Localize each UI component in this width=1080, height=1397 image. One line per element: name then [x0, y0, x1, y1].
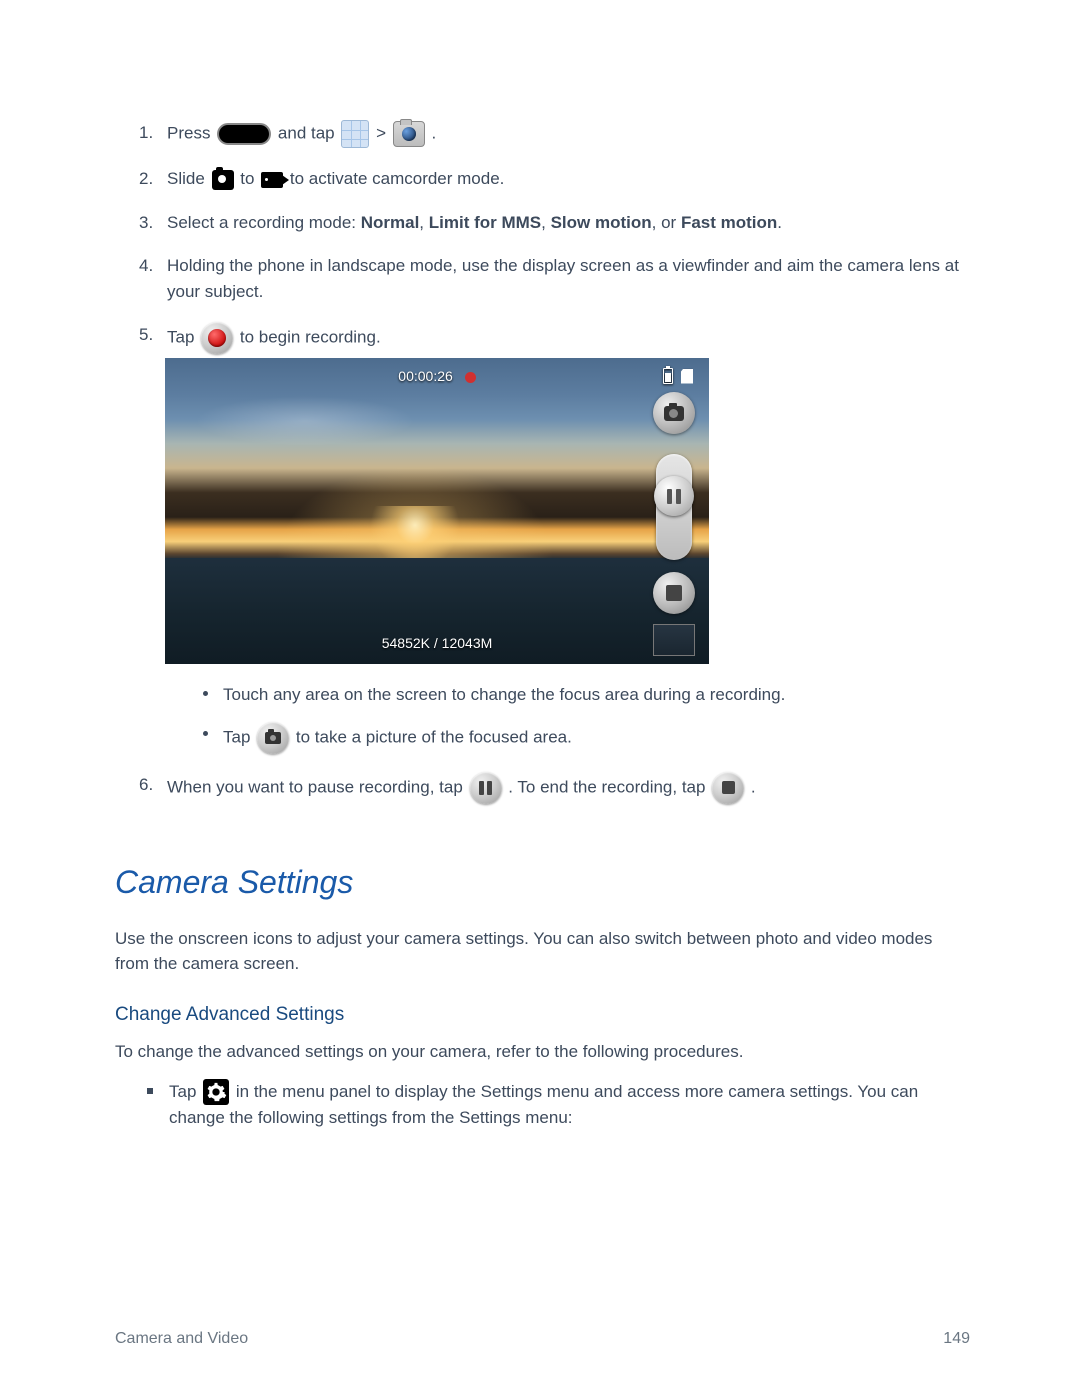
mode-mms: Limit for MMS — [429, 213, 541, 232]
step-text: When you want to pause recording, tap — [167, 777, 468, 796]
step-1: 1. Press and tap > . — [139, 120, 970, 148]
recording-indicator-icon — [465, 372, 476, 383]
instruction-steps: 1. Press and tap > . 2. Slide to to acti… — [139, 120, 970, 804]
step-number: 5. — [139, 322, 153, 348]
step-text: and tap — [278, 123, 339, 142]
step-text: > — [376, 123, 391, 142]
stop-icon — [666, 585, 682, 601]
subheading: Change Advanced Settings — [115, 1001, 970, 1030]
settings-menu-bullet: Tap in the menu panel to display the Set… — [147, 1079, 970, 1131]
step-text: Slide — [167, 169, 210, 188]
step-5: 5. Tap to begin recording. 00:00:26 — [139, 322, 970, 754]
step-5-sublist: Touch any area on the screen to change t… — [203, 682, 970, 754]
section-paragraph: Use the onscreen icons to adjust your ca… — [115, 926, 970, 977]
page-footer: Camera and Video 149 — [115, 1327, 970, 1351]
step-text: to begin recording. — [240, 327, 381, 346]
mode-slow: Slow motion — [551, 213, 652, 232]
step-text: Press — [167, 123, 215, 142]
step-number: 1. — [139, 120, 153, 146]
home-button-icon — [217, 123, 271, 145]
gear-icon — [203, 1079, 229, 1105]
step-number: 3. — [139, 210, 153, 236]
step-4: 4. Holding the phone in landscape mode, … — [139, 253, 970, 304]
video-mode-icon — [261, 172, 283, 188]
snapshot-button[interactable] — [653, 392, 695, 434]
recording-time-bar: 00:00:26 — [165, 366, 709, 387]
sd-card-icon — [681, 369, 693, 384]
recording-time: 00:00:26 — [398, 368, 453, 384]
mode-fast: Fast motion — [681, 213, 777, 232]
storage-label: 54852K / 12043M — [165, 633, 709, 654]
step-text: Select a recording mode: — [167, 213, 361, 232]
step-6: 6. When you want to pause recording, tap… — [139, 772, 970, 804]
step-number: 6. — [139, 772, 153, 798]
footer-section: Camera and Video — [115, 1327, 248, 1351]
step-text: Holding the phone in landscape mode, use… — [167, 256, 959, 301]
section-title: Camera Settings — [115, 858, 970, 906]
bullet-snapshot: Tap to take a picture of the focused are… — [203, 722, 970, 754]
page-number: 149 — [943, 1327, 970, 1351]
sub-paragraph: To change the advanced settings on your … — [115, 1039, 970, 1065]
advanced-settings-list: Tap in the menu panel to display the Set… — [147, 1079, 970, 1131]
stop-button-icon — [712, 772, 744, 804]
snapshot-button-icon — [257, 722, 289, 754]
app-grid-icon — [341, 120, 369, 148]
pause-button-icon — [470, 772, 502, 804]
step-number: 2. — [139, 166, 153, 192]
battery-icon — [663, 368, 673, 384]
step-text: . — [432, 123, 437, 142]
step-text: . — [751, 777, 756, 796]
bullet-focus-area: Touch any area on the screen to change t… — [203, 682, 970, 708]
camera-icon — [664, 406, 684, 421]
mode-normal: Normal — [361, 213, 420, 232]
step-text: . To end the recording, tap — [508, 777, 710, 796]
step-text: to — [240, 169, 259, 188]
step-text: to activate camcorder mode. — [290, 169, 504, 188]
step-text: Tap — [167, 327, 199, 346]
pause-button[interactable] — [654, 476, 694, 516]
record-button-icon — [201, 322, 233, 354]
camera-app-icon — [393, 121, 425, 147]
step-number: 4. — [139, 253, 153, 279]
stop-button[interactable] — [653, 572, 695, 614]
step-3: 3. Select a recording mode: Normal, Limi… — [139, 210, 970, 236]
step-2: 2. Slide to to activate camcorder mode. — [139, 166, 970, 192]
photo-mode-icon — [212, 170, 234, 190]
camcorder-screenshot: 00:00:26 54852K / 12043M — [165, 358, 709, 664]
